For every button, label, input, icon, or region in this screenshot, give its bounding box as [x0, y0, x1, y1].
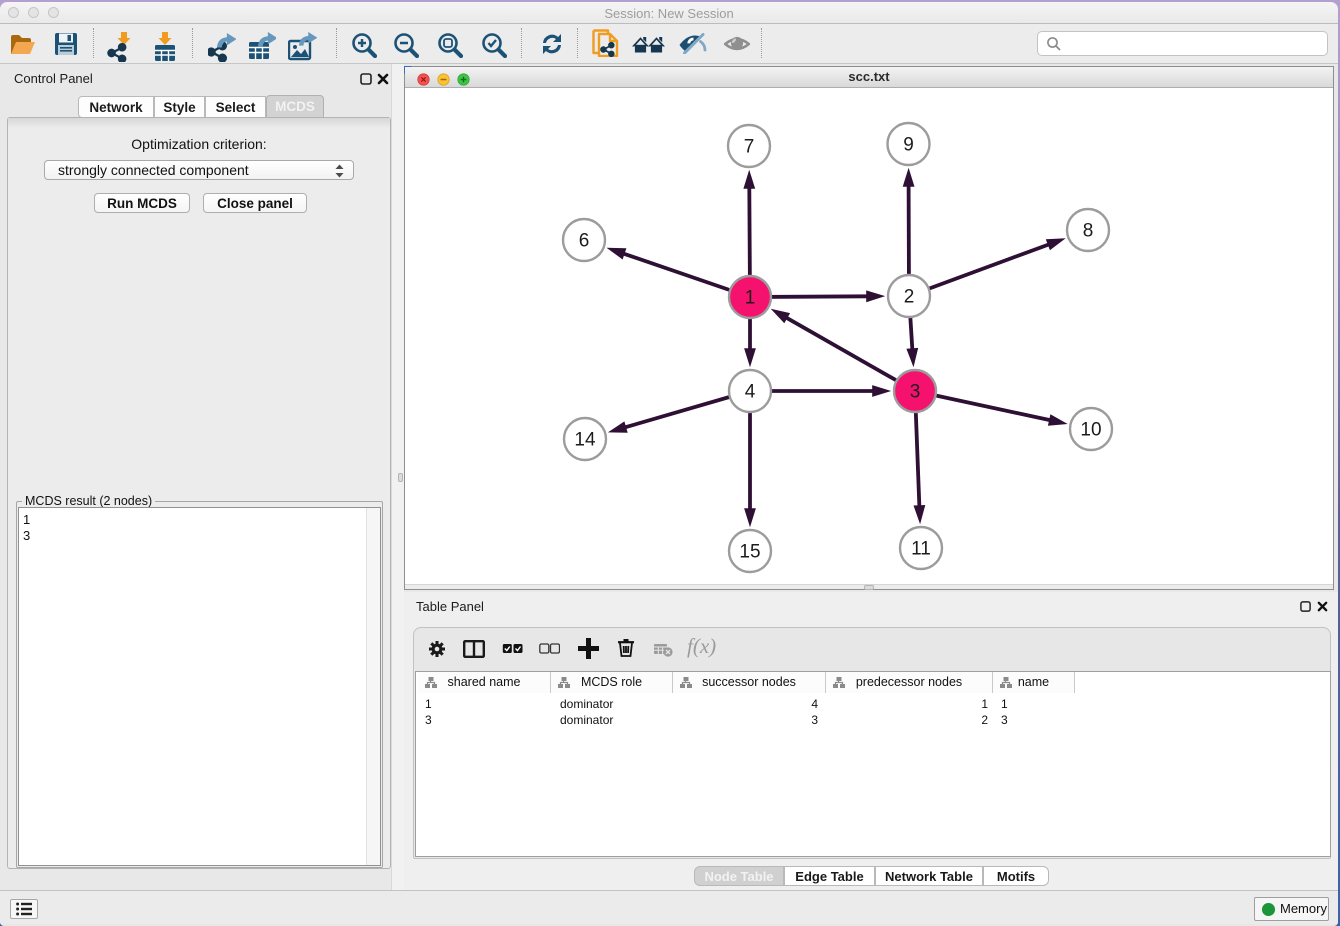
- svg-text:9: 9: [903, 134, 914, 155]
- svg-text:6: 6: [579, 230, 590, 251]
- svg-text:8: 8: [1083, 220, 1094, 241]
- svg-text:10: 10: [1080, 419, 1101, 440]
- svg-text:11: 11: [911, 538, 931, 559]
- svg-text:14: 14: [574, 429, 596, 450]
- svg-text:15: 15: [739, 541, 760, 562]
- svg-text:1: 1: [745, 287, 756, 308]
- svg-text:7: 7: [744, 136, 755, 157]
- svg-text:2: 2: [904, 286, 915, 307]
- svg-text:4: 4: [745, 381, 756, 402]
- svg-text:3: 3: [910, 381, 921, 402]
